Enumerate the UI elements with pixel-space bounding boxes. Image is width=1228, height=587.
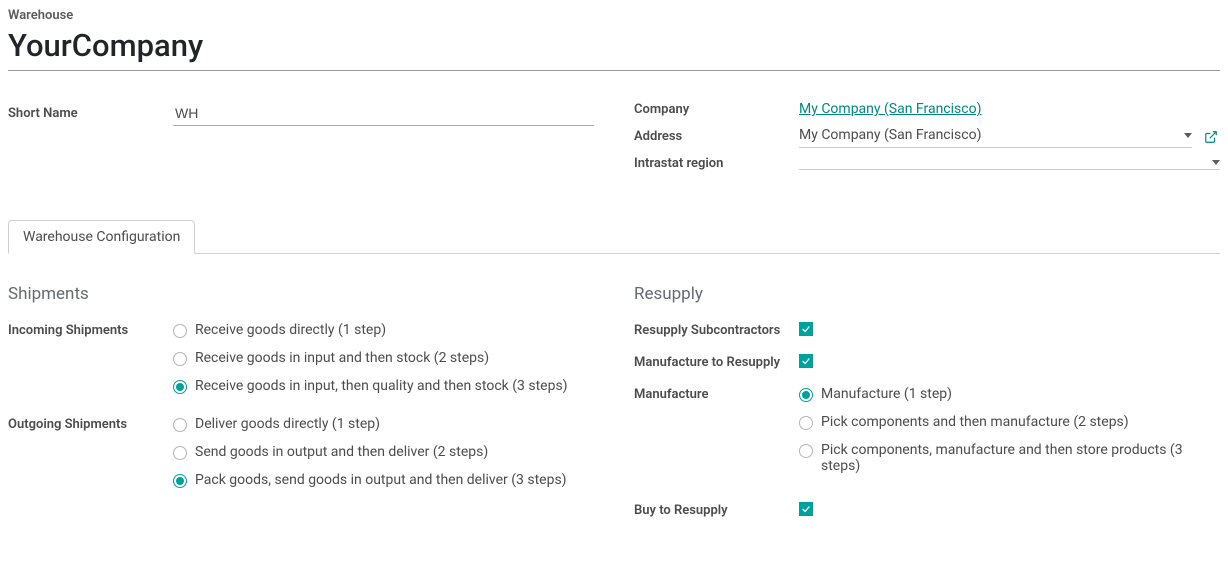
incoming-option-2steps[interactable]: Receive goods in input and then stock (2…: [173, 350, 594, 366]
radio-label: Pick components, manufacture and then st…: [821, 442, 1220, 474]
resupply-subcontractors-checkbox[interactable]: [799, 322, 813, 336]
radio-label: Pack goods, send goods in output and the…: [195, 472, 567, 488]
manufacture-option-2steps[interactable]: Pick components and then manufacture (2 …: [799, 414, 1220, 430]
radio-icon: [799, 444, 813, 458]
radio-label: Manufacture (1 step): [821, 386, 952, 402]
address-value: My Company (San Francisco): [799, 127, 1178, 143]
radio-icon: [173, 324, 187, 338]
company-link[interactable]: My Company (San Francisco): [799, 101, 981, 117]
breadcrumb: Warehouse: [8, 8, 1220, 23]
radio-label: Deliver goods directly (1 step): [195, 416, 380, 432]
radio-icon: [173, 352, 187, 366]
section-title-shipments: Shipments: [8, 284, 594, 304]
company-label: Company: [634, 102, 799, 117]
incoming-option-1step[interactable]: Receive goods directly (1 step): [173, 322, 594, 338]
manufacture-option-3steps[interactable]: Pick components, manufacture and then st…: [799, 442, 1220, 474]
short-name-label: Short Name: [8, 106, 173, 121]
intrastat-label: Intrastat region: [634, 156, 799, 171]
radio-label: Receive goods in input, then quality and…: [195, 378, 568, 394]
radio-icon: [173, 380, 187, 394]
radio-icon: [799, 388, 813, 402]
resupply-subcontractors-label: Resupply Subcontractors: [634, 322, 799, 340]
caret-down-icon: [1212, 160, 1220, 165]
radio-label: Send goods in output and then deliver (2…: [195, 444, 488, 460]
radio-icon: [173, 446, 187, 460]
outgoing-option-3steps[interactable]: Pack goods, send goods in output and the…: [173, 472, 594, 488]
caret-down-icon: [1184, 133, 1192, 138]
external-link-icon[interactable]: [1202, 128, 1220, 146]
buy-to-resupply-label: Buy to Resupply: [634, 502, 799, 520]
radio-icon: [173, 474, 187, 488]
outgoing-shipments-label: Outgoing Shipments: [8, 416, 173, 434]
address-label: Address: [634, 129, 799, 144]
manufacture-label: Manufacture: [634, 386, 799, 404]
radio-icon: [799, 416, 813, 430]
radio-label: Receive goods directly (1 step): [195, 322, 386, 338]
outgoing-option-1step[interactable]: Deliver goods directly (1 step): [173, 416, 594, 432]
incoming-option-3steps[interactable]: Receive goods in input, then quality and…: [173, 378, 594, 394]
short-name-input[interactable]: [173, 101, 594, 126]
radio-label: Pick components and then manufacture (2 …: [821, 414, 1129, 430]
tab-warehouse-configuration[interactable]: Warehouse Configuration: [8, 220, 195, 254]
manufacture-to-resupply-label: Manufacture to Resupply: [634, 354, 799, 372]
incoming-shipments-label: Incoming Shipments: [8, 322, 173, 340]
address-select[interactable]: My Company (San Francisco): [799, 125, 1192, 148]
manufacture-option-1step[interactable]: Manufacture (1 step): [799, 386, 1220, 402]
buy-to-resupply-checkbox[interactable]: [799, 502, 813, 516]
section-title-resupply: Resupply: [634, 284, 1220, 304]
radio-icon: [173, 418, 187, 432]
manufacture-to-resupply-checkbox[interactable]: [799, 354, 813, 368]
outgoing-option-2steps[interactable]: Send goods in output and then deliver (2…: [173, 444, 594, 460]
page-title: YourCompany: [8, 27, 1220, 64]
intrastat-select[interactable]: [799, 158, 1220, 170]
radio-label: Receive goods in input and then stock (2…: [195, 350, 489, 366]
